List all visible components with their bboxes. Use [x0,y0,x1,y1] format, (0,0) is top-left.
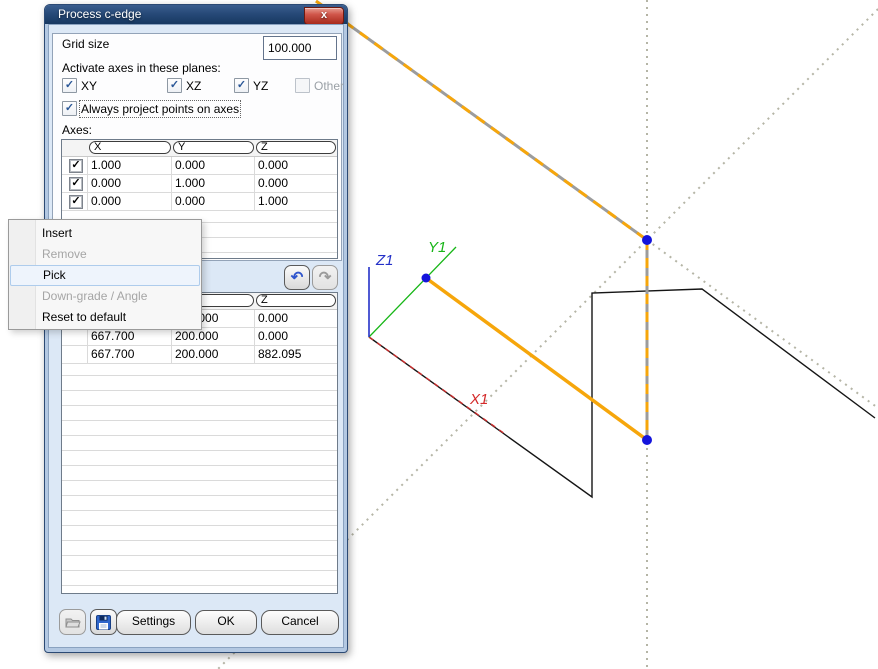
points-table-row[interactable]: 667.700 200.000 0.000 [62,328,337,346]
axes-cell[interactable]: 1.000 [88,157,172,174]
menu-item-reset-to-default[interactable]: Reset to default [9,307,201,328]
menu-item-down-grade-angle: Down-grade / Angle [9,286,201,307]
selected-edge-diagonal[interactable] [316,1,647,240]
checkbox-xz-mark: ✓ [167,78,182,93]
menu-item-remove: Remove [9,244,201,265]
dialog-title: Process c-edge [58,7,141,21]
axes-header-spacer [62,140,88,156]
axes-cell[interactable]: 0.000 [255,175,337,192]
checkbox-xy-mark: ✓ [62,78,77,93]
axes-table-header: X Y Z [62,140,337,157]
axes-column-header-z[interactable]: Z [256,141,336,154]
close-icon: x [321,9,327,21]
points-column-header-z[interactable]: Z [256,294,336,307]
axes-cell[interactable]: 0.000 [172,157,255,174]
axes-label: Axes: [62,123,92,137]
grid-size-input[interactable] [263,36,337,60]
axes-cell[interactable]: 1.000 [172,175,255,192]
folder-open-icon [65,616,81,629]
construction-line-x-diagonal [647,240,878,408]
axes-table-row[interactable]: ✓ 0.000 1.000 0.000 [62,175,337,193]
checkbox-always-project-mark: ✓ [62,101,77,116]
checkbox-always-project[interactable]: ✓ Always project points on axes [62,101,239,116]
z1-axis-label: Z1 [375,252,394,269]
points-table: X Y Z 200.000 0.000 667.700 200.000 0.00… [61,292,338,594]
cancel-button[interactable]: Cancel [261,610,339,635]
ok-button[interactable]: OK [195,610,257,635]
undo-icon: ↶ [291,270,304,285]
checkbox-other-mark [295,78,310,93]
row-checkbox[interactable]: ✓ [69,177,83,191]
y1-axis-label: Y1 [428,239,446,256]
point-marker[interactable] [642,435,652,445]
floppy-disk-icon [96,615,111,630]
x1-axis-label: X1 [469,391,488,408]
redo-button[interactable]: ↷ [312,265,338,290]
checkbox-yz[interactable]: ✓ YZ [234,78,268,93]
checkbox-xy-label: XY [81,79,97,93]
row-checkbox[interactable]: ✓ [69,195,83,209]
checkbox-yz-label: YZ [253,79,268,93]
orange-edge[interactable] [426,278,647,440]
dialog-titlebar[interactable]: Process c-edge x [45,5,347,24]
point-marker[interactable] [422,274,431,283]
checkbox-yz-mark: ✓ [234,78,249,93]
axes-table-row[interactable]: ✓ 1.000 0.000 0.000 [62,157,337,175]
planes-label: Activate axes in these planes: [62,61,221,75]
save-button[interactable] [90,609,117,635]
menu-item-pick[interactable]: Pick [10,265,200,286]
points-cell[interactable]: 0.000 [255,328,337,345]
checkbox-xy[interactable]: ✓ XY [62,78,97,93]
checkbox-other-label: Other [314,79,344,93]
axes-cell[interactable]: 0.000 [255,157,337,174]
grid-size-label: Grid size [62,37,109,51]
points-cell[interactable]: 200.000 [172,328,255,345]
row-checkbox[interactable]: ✓ [69,159,83,173]
points-cell-spacer [62,328,88,345]
model-edge-polyline [369,289,875,497]
checkbox-always-project-label: Always project points on axes [81,102,239,116]
close-button[interactable]: x [304,7,344,25]
settings-button[interactable]: Settings [116,610,191,635]
checkbox-other: Other [295,78,344,93]
checkbox-xz[interactable]: ✓ XZ [167,78,201,93]
point-marker[interactable] [642,235,652,245]
context-menu: Insert Remove Pick Down-grade / Angle Re… [8,219,202,330]
redo-icon: ↷ [319,270,332,285]
undo-button[interactable]: ↶ [284,265,310,290]
axes-cell[interactable]: 0.000 [88,175,172,192]
points-table-empty-rows [62,361,337,593]
checkbox-xz-label: XZ [186,79,201,93]
points-cell[interactable]: 667.700 [88,328,172,345]
axes-column-header-x[interactable]: X [89,141,171,154]
points-cell[interactable]: 0.000 [255,310,337,327]
menu-item-insert[interactable]: Insert [9,223,201,244]
dialog-client-area: Grid size Activate axes in these planes:… [48,24,344,648]
open-button[interactable] [59,609,86,635]
axes-column-header-y[interactable]: Y [173,141,254,154]
